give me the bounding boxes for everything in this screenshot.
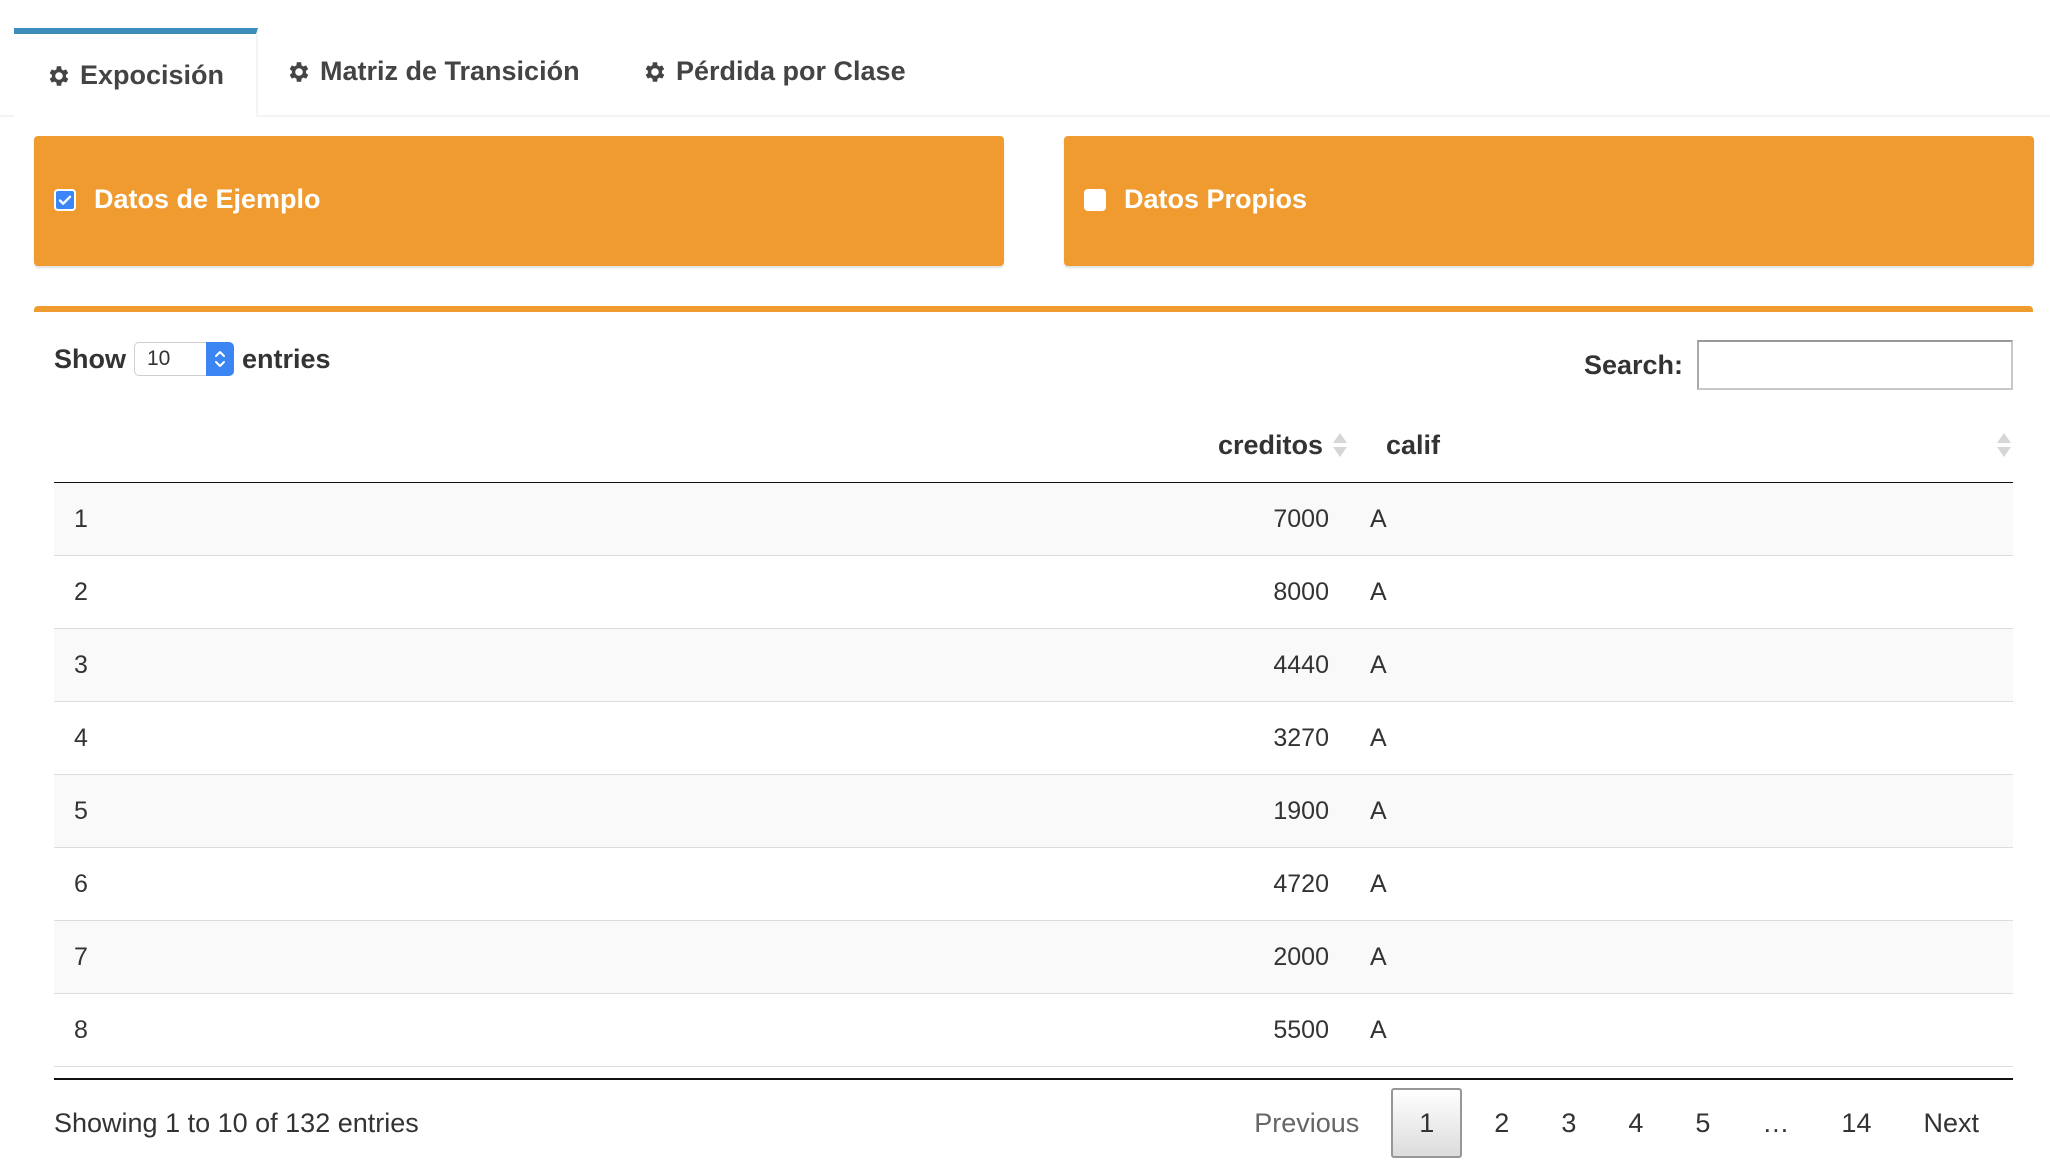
table-row: 4 3270 A bbox=[54, 702, 2013, 775]
calif-cell: A bbox=[1370, 651, 1387, 679]
own-data-checkbox[interactable] bbox=[1084, 188, 1106, 211]
creditos-cell: 2000 bbox=[1273, 943, 1329, 971]
example-data-label: Datos de Ejemplo bbox=[94, 184, 321, 214]
page-button-3[interactable]: 3 bbox=[1535, 1088, 1602, 1158]
table-info: Showing 1 to 10 of 132 entries bbox=[54, 1108, 419, 1138]
previous-page-button[interactable]: Previous bbox=[1228, 1088, 1385, 1158]
pagination-ellipsis: … bbox=[1762, 1107, 1790, 1138]
column-header-label: calif bbox=[1386, 429, 1441, 460]
page-length-control: Show 10 entries bbox=[54, 342, 331, 376]
example-data-checkbox-row[interactable]: Datos de Ejemplo bbox=[54, 184, 321, 215]
calif-cell: A bbox=[1370, 578, 1387, 606]
next-page-button[interactable]: Next bbox=[1897, 1088, 2005, 1158]
row-index: 1 bbox=[74, 505, 88, 533]
search-input[interactable] bbox=[1697, 340, 2013, 390]
creditos-cell: 4440 bbox=[1273, 651, 1329, 679]
own-data-checkbox-row[interactable]: Datos Propios bbox=[1084, 184, 1307, 215]
example-data-box: Datos de Ejemplo bbox=[34, 136, 1004, 266]
calif-cell: A bbox=[1370, 724, 1387, 752]
gear-icon bbox=[49, 65, 69, 86]
page-length-select[interactable]: 10 bbox=[134, 342, 234, 376]
gear-icon bbox=[645, 61, 665, 82]
creditos-cell: 1900 bbox=[1273, 797, 1329, 825]
sort-icon bbox=[1333, 433, 1347, 457]
pagination: Previous 1 2 3 4 5 … 14 Next bbox=[1228, 1088, 2005, 1158]
table-row: 8 5500 A bbox=[54, 994, 2013, 1067]
example-data-checkbox[interactable] bbox=[54, 188, 76, 211]
sort-icon bbox=[1997, 433, 2011, 457]
tab-label: Expocisión bbox=[80, 60, 225, 90]
table-footer-line bbox=[54, 1078, 2013, 1080]
table-header: creditos calif bbox=[54, 408, 2013, 484]
creditos-cell: 8000 bbox=[1273, 578, 1329, 606]
table-row: 6 4720 A bbox=[54, 848, 2013, 921]
calif-cell: A bbox=[1370, 1016, 1387, 1044]
table-row: 3 4440 A bbox=[54, 629, 2013, 702]
row-index: 8 bbox=[74, 1016, 88, 1044]
show-label: Show bbox=[54, 343, 126, 374]
calif-cell: A bbox=[1370, 797, 1387, 825]
row-index: 7 bbox=[74, 943, 88, 971]
checkmark-icon bbox=[58, 195, 72, 205]
calif-cell: A bbox=[1370, 870, 1387, 898]
entries-label: entries bbox=[242, 343, 331, 374]
creditos-cell: 3270 bbox=[1273, 724, 1329, 752]
calif-cell: A bbox=[1370, 505, 1387, 533]
table-row: 7 2000 A bbox=[54, 921, 2013, 994]
table-row: 5 1900 A bbox=[54, 775, 2013, 848]
table-row: 1 7000 A bbox=[54, 483, 2013, 556]
tab-label: Pérdida por Clase bbox=[676, 56, 906, 86]
own-data-box: Datos Propios bbox=[1064, 136, 2034, 266]
creditos-cell: 4720 bbox=[1273, 870, 1329, 898]
row-index: 5 bbox=[74, 797, 88, 825]
creditos-cell: 7000 bbox=[1273, 505, 1329, 533]
tab-matriz-de-transicion[interactable]: Matriz de Transición bbox=[254, 28, 612, 115]
tab-label: Matriz de Transición bbox=[320, 56, 580, 86]
tab-perdida-por-clase[interactable]: Pérdida por Clase bbox=[610, 28, 938, 115]
search-control: Search: bbox=[1584, 340, 2013, 390]
page: Expocisión Matriz de Transición Pérdida … bbox=[0, 0, 2050, 1166]
column-header-creditos[interactable]: creditos bbox=[1218, 408, 1349, 482]
data-table-box: Show 10 entries Search: creditos calif 1… bbox=[34, 306, 2033, 1166]
calif-cell: A bbox=[1370, 943, 1387, 971]
own-data-label: Datos Propios bbox=[1124, 184, 1308, 214]
page-button-2[interactable]: 2 bbox=[1468, 1088, 1535, 1158]
row-index: 6 bbox=[74, 870, 88, 898]
page-length-value: 10 bbox=[147, 347, 171, 370]
column-header-label: creditos bbox=[1217, 429, 1323, 460]
page-button-1[interactable]: 1 bbox=[1391, 1088, 1463, 1158]
select-arrows-icon bbox=[206, 342, 234, 376]
tab-expocision[interactable]: Expocisión bbox=[14, 28, 259, 117]
page-button-14[interactable]: 14 bbox=[1815, 1088, 1897, 1158]
table-row: 2 8000 A bbox=[54, 556, 2013, 629]
page-button-4[interactable]: 4 bbox=[1602, 1088, 1669, 1158]
gear-icon bbox=[289, 61, 309, 82]
row-index: 4 bbox=[74, 724, 88, 752]
page-button-5[interactable]: 5 bbox=[1669, 1088, 1736, 1158]
creditos-cell: 5500 bbox=[1273, 1016, 1329, 1044]
row-index: 2 bbox=[74, 578, 88, 606]
column-header-calif[interactable]: calif bbox=[1386, 408, 2013, 482]
tab-bar: Expocisión Matriz de Transición Pérdida … bbox=[0, 0, 2050, 117]
search-label: Search: bbox=[1583, 349, 1683, 380]
row-index: 3 bbox=[74, 651, 88, 679]
